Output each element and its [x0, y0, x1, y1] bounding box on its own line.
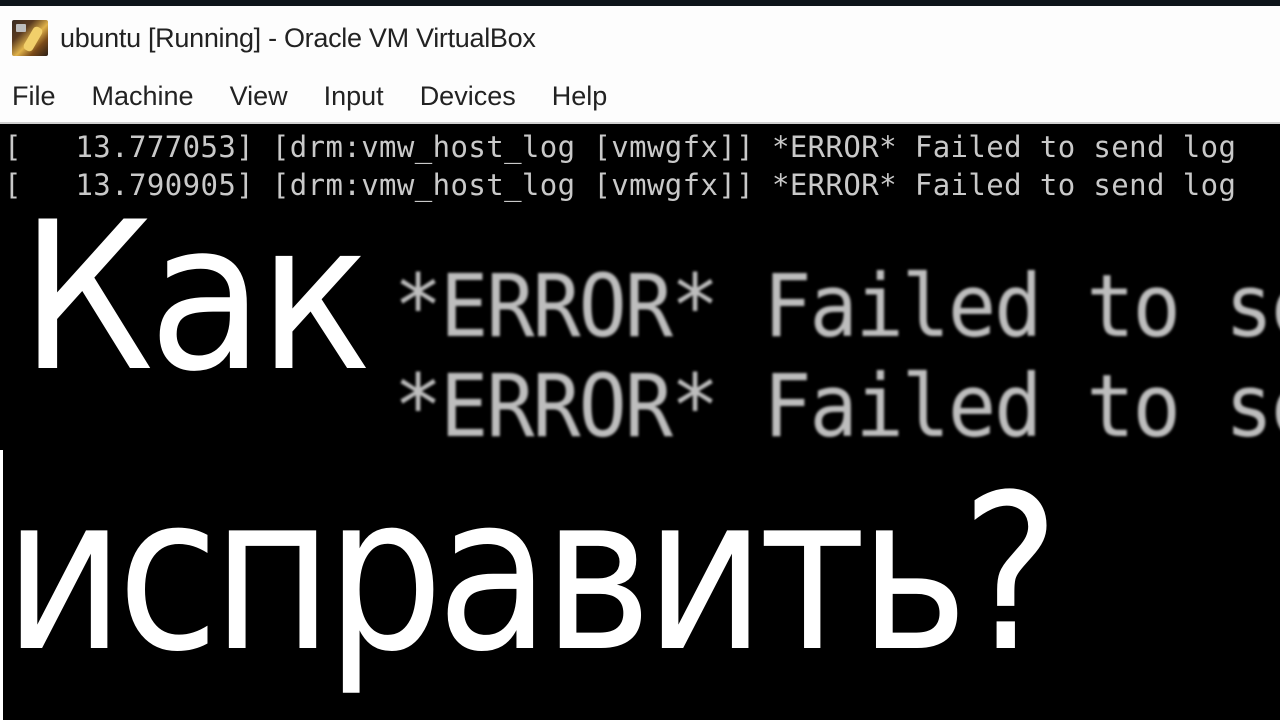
window-title: ubuntu [Running] - Oracle VM VirtualBox: [60, 22, 536, 53]
window-titlebar: ubuntu [Running] - Oracle VM VirtualBox: [0, 6, 1280, 70]
menubar: File Machine View Input Devices Help: [0, 70, 1280, 124]
menu-help[interactable]: Help: [552, 81, 608, 112]
menu-input[interactable]: Input: [324, 81, 384, 112]
zoomed-error-line: *ERROR* Failed to send log: [394, 256, 1280, 357]
overlay-heading-line1: Как: [20, 179, 372, 417]
menu-view[interactable]: View: [230, 81, 288, 112]
left-edge-highlight: [0, 450, 3, 720]
screenshot-frame: ubuntu [Running] - Oracle VM VirtualBox …: [0, 0, 1280, 720]
zoomed-error-line: *ERROR* Failed to send log: [394, 356, 1280, 457]
overlay-heading-line2: исправить?: [4, 448, 1059, 699]
menu-devices[interactable]: Devices: [420, 81, 516, 112]
virtualbox-icon: [12, 20, 48, 56]
menu-machine[interactable]: Machine: [92, 81, 194, 112]
console-log-line: [ 13.777053] [drm:vmw_host_log [vmwgfx]]…: [4, 130, 1237, 164]
menu-file[interactable]: File: [12, 81, 56, 112]
